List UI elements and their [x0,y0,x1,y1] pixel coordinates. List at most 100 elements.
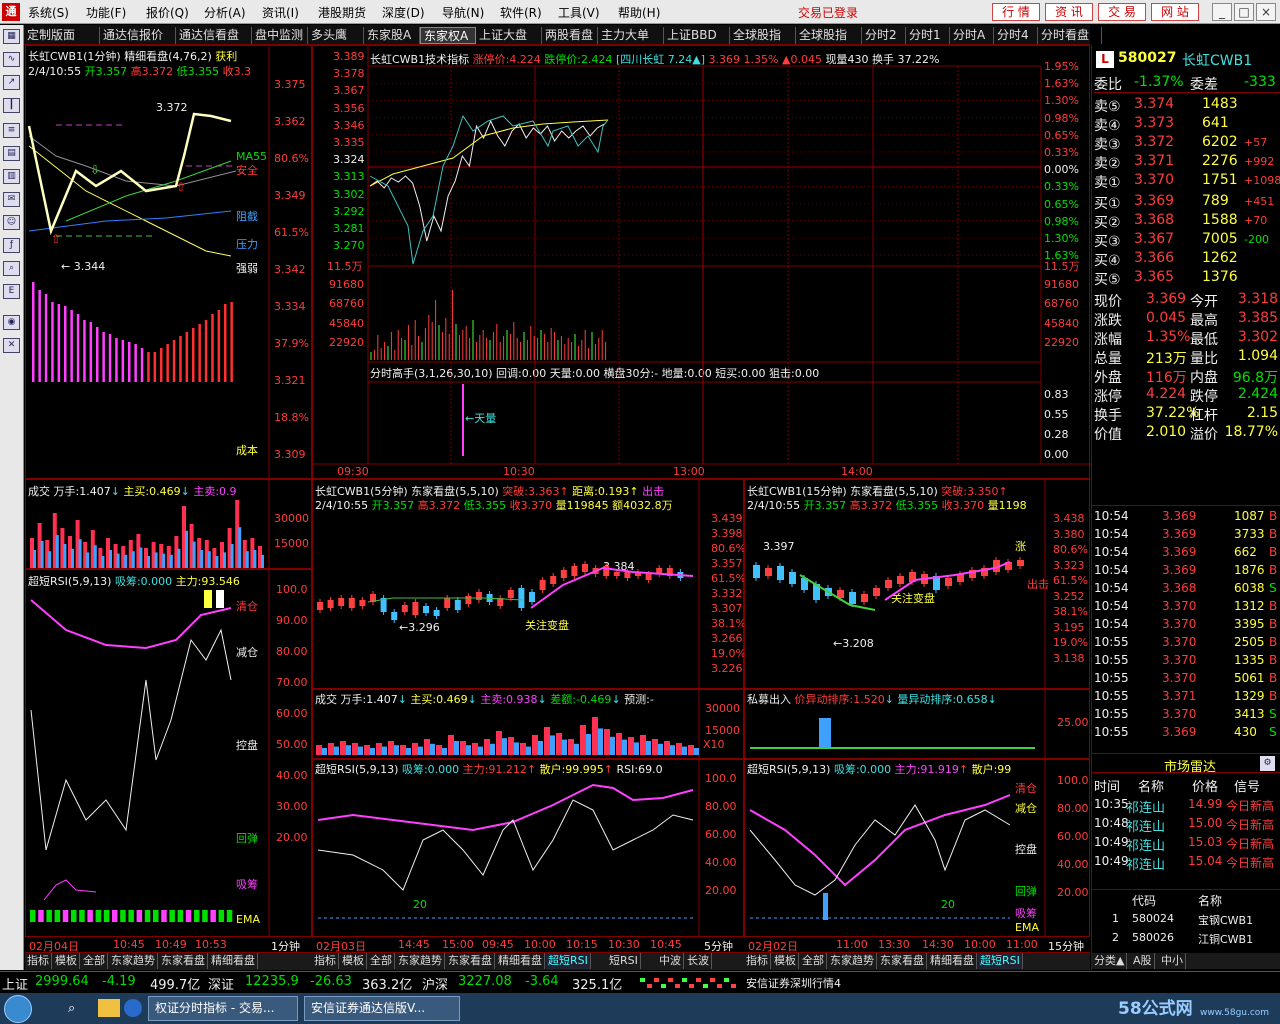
list-icon[interactable]: ≡ [3,123,20,138]
p9-period[interactable]: 5分钟 [704,938,733,954]
layout-tab[interactable]: 主力大单 [598,27,664,44]
close-icon[interactable]: × [1256,3,1276,21]
indicator-tab[interactable]: 分类▲ [1092,953,1128,969]
layout-tab[interactable]: 分时2 [862,27,906,44]
info-button[interactable]: 资 讯 [1045,3,1093,21]
indicator-tab[interactable]: 精细看盘 [209,953,258,969]
menu-item[interactable]: 帮助(H) [618,4,660,21]
indicator-tab[interactable]: 模板 [340,953,367,969]
search-icon[interactable]: ⌕ [68,1001,75,1016]
radar-row[interactable]: 10:49 祁连山 15.04 今日新高 [1094,854,1280,873]
menu-item[interactable]: 系统(S) [28,4,69,21]
kline-icon[interactable]: ┃ [3,98,20,113]
taskbar-item-tdx[interactable]: 安信证券通达信版V... [304,996,460,1021]
menu-item[interactable]: 资讯(I) [262,4,299,21]
layout-tab[interactable]: 上证BBD [664,27,730,44]
indicator-tab[interactable]: 东家趋势 [828,953,877,969]
website-button[interactable]: 网 站 [1151,3,1199,21]
indicator-tab[interactable]: 超短RSI [978,953,1023,969]
grid-icon[interactable]: ▦ [3,29,20,44]
layout-tab[interactable]: 东家权A [420,27,476,44]
menu-item[interactable]: 功能(F) [86,4,126,21]
indicator-tab[interactable]: A股 [1131,953,1155,969]
layout-tab[interactable]: 上证大盘 [476,27,542,44]
indicator-tab[interactable]: 全部 [81,953,108,969]
radar-row[interactable]: 10:49 祁连山 15.03 今日新高 [1094,835,1280,854]
layout-tab[interactable]: 分时1 [906,27,950,44]
doc-icon[interactable]: ▥ [3,169,20,184]
indicator-tab[interactable]: 中小 [1159,953,1186,969]
indicator-tab[interactable]: 超短RSI [546,953,591,969]
radar-row[interactable]: 10:48 祁连山 15.00 今日新高 [1094,816,1280,835]
tick-price: 3.370 [1162,707,1197,721]
layout-tab[interactable]: 分时A [950,27,994,44]
calc-icon[interactable]: ✕ [3,338,20,353]
trade-button[interactable]: 交 易 [1098,3,1146,21]
menu-item[interactable]: 深度(D) [382,4,425,21]
menu-item[interactable]: 导航(N) [442,4,484,21]
stat-value: 2.424 [1237,386,1278,402]
mail-icon[interactable]: ✉ [3,192,20,207]
indicator-tab[interactable]: 模板 [53,953,80,969]
indicator-tab[interactable]: 精细看盘 [496,953,545,969]
indicator-tab[interactable]: 东家看盘 [159,953,208,969]
quote-button[interactable]: 行 情 [992,3,1040,21]
layout-tab[interactable]: 通达信报价 [100,27,176,44]
p4-time: 10:49 [155,938,187,951]
tick-time: 10:55 [1094,689,1129,703]
layout-tab[interactable]: 分时看盘 [1038,27,1102,44]
minimize-icon[interactable]: _ [1212,3,1232,21]
radar-settings-icon[interactable]: ⚙ [1260,756,1275,771]
menu-item[interactable]: 软件(R) [500,4,542,21]
layout-tab[interactable]: 全球股指 [796,27,862,44]
list-row[interactable]: 1 580024 宝钢CWB1 [1094,912,1280,930]
search-icon[interactable]: ⌕ [3,261,20,276]
indicator-tab[interactable]: 东家看盘 [878,953,927,969]
indicator-tab[interactable]: 指标 [744,953,771,969]
etf-icon[interactable]: E [3,284,20,299]
indicator-tab[interactable]: 全部 [800,953,827,969]
browser-icon[interactable] [124,999,142,1017]
stat-row: 涨停 4.224 跌停 2.424 [1094,386,1280,405]
layout-tab[interactable]: 通达信看盘 [176,27,252,44]
layout-tab[interactable]: 定制版面 [24,27,100,44]
indicator-tab[interactable]: 指标 [312,953,339,969]
table-icon[interactable]: ▤ [3,146,20,161]
indicator-tab[interactable]: 东家趋势 [109,953,158,969]
radar-time: 10:49 [1094,835,1129,849]
chart-line-icon[interactable]: ∿ [3,52,20,67]
taskbar-item-indicator[interactable]: 权证分时指标 - 交易... [148,996,298,1021]
p10-period[interactable]: 15分钟 [1048,938,1084,954]
layout-tab[interactable]: 两股看盘 [542,27,598,44]
indicator-tab[interactable]: 指标 [25,953,52,969]
signal-icon[interactable]: ◉ [3,315,20,330]
indicator-tab[interactable]: 短RSI [607,953,641,969]
menu-item[interactable]: 工具(V) [558,4,600,21]
trend-icon[interactable]: ↗ [3,75,20,90]
layout-tab[interactable]: 多头鹰 [308,27,364,44]
list-row[interactable]: 2 580026 江铜CWB1 [1094,931,1280,949]
maximize-icon[interactable]: □ [1234,3,1254,21]
p3-chart-svg [30,480,270,570]
function-icon[interactable]: ƒ [3,238,20,253]
menu-item[interactable]: 报价(Q) [146,4,189,21]
indicator-tab[interactable]: 全部 [368,953,395,969]
layout-tab[interactable]: 全球股指 [730,27,796,44]
layout-tab[interactable]: 盘中监测 [252,27,308,44]
indicator-tab[interactable]: 东家趋势 [396,953,445,969]
indicator-tab[interactable]: 精细看盘 [928,953,977,969]
indicator-tab[interactable]: 长波 [685,953,712,969]
layout-tab[interactable]: 分时4 [994,27,1038,44]
bid-label: 买① [1094,196,1121,212]
p4-period[interactable]: 1分钟 [271,938,300,954]
menu-item[interactable]: 分析(A) [204,4,246,21]
indicator-tab[interactable]: 东家看盘 [446,953,495,969]
explorer-icon[interactable] [98,999,120,1017]
radar-row[interactable]: 10:35 祁连山 14.99 今日新高 [1094,797,1280,816]
indicator-tab[interactable]: 中波 [657,953,684,969]
indicator-tab[interactable]: 模板 [772,953,799,969]
start-icon[interactable] [4,995,32,1023]
layout-tab[interactable]: 东家股A [364,27,420,44]
menu-item[interactable]: 港股期货 [318,4,366,21]
users-icon[interactable]: ☺ [3,215,20,230]
